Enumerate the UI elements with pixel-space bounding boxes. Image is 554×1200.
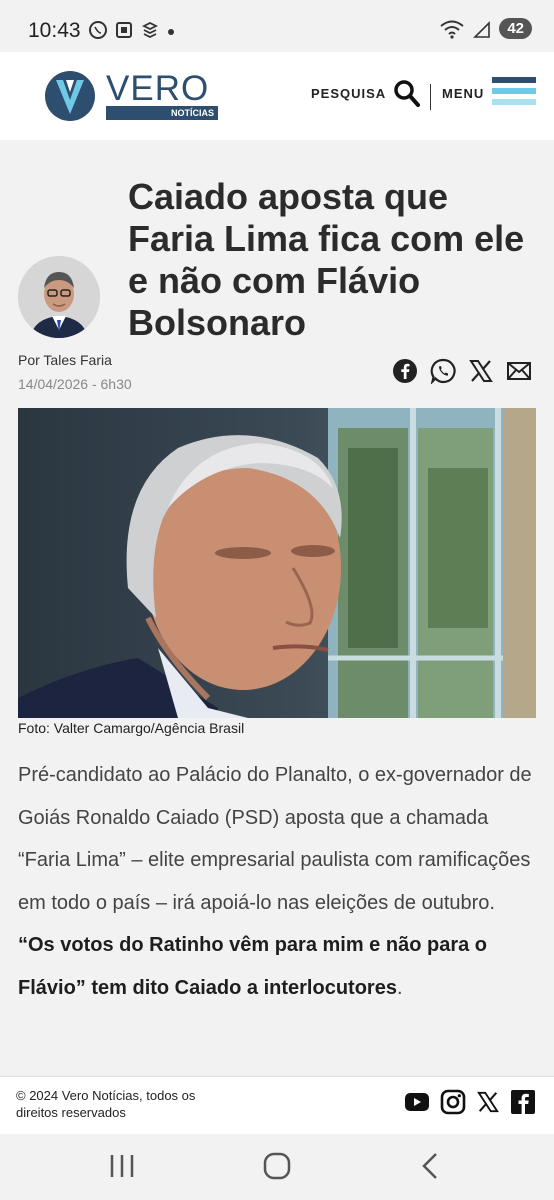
author-byline[interactable]: Por Tales Faria (18, 352, 112, 368)
author-portrait-icon (18, 256, 100, 338)
vero-logo-icon (45, 71, 95, 121)
menu-bar (492, 99, 536, 105)
email-icon[interactable] (506, 358, 532, 384)
back-icon[interactable] (416, 1150, 448, 1182)
youtube-icon[interactable] (404, 1091, 430, 1113)
site-header: VERO NOTÍCIAS PESQUISA MENU (0, 52, 554, 140)
menu-button[interactable]: MENU (442, 86, 484, 101)
facebook-icon[interactable] (510, 1089, 536, 1115)
photo-caption: Foto: Valter Camargo/Agência Brasil (18, 720, 245, 736)
article-body: Pré-candidato ao Palácio do Planalto, o … (18, 754, 536, 1009)
menu-bar (492, 88, 536, 94)
menu-bar (492, 77, 536, 83)
social-links (404, 1089, 536, 1115)
wifi-icon (440, 20, 464, 39)
article: Caiado aposta que Faria Lima fica com el… (0, 140, 554, 1076)
battery-indicator: 42 (499, 18, 532, 39)
article-photo-image (18, 408, 536, 718)
x-icon[interactable] (476, 1090, 500, 1114)
x-icon[interactable] (468, 358, 494, 384)
body-text-quote: “Os votos do Ratinho vêm para mim e não … (18, 934, 487, 999)
facebook-icon[interactable] (392, 358, 418, 384)
article-photo[interactable] (18, 408, 536, 718)
system-icons: 42 (439, 18, 532, 39)
site-footer: © 2024 Vero Notícias, todos os direitos … (0, 1076, 554, 1134)
dot-icon (168, 29, 174, 35)
status-bar: 10:43 42 (0, 0, 554, 52)
body-text-regular: Pré-candidato ao Palácio do Planalto, o … (18, 764, 532, 914)
search-icon[interactable] (394, 80, 420, 108)
logo-wordmark: VERO (106, 69, 210, 108)
share-buttons (392, 358, 532, 384)
app-notification-icon (141, 21, 159, 39)
hamburger-menu-icon[interactable] (492, 77, 536, 110)
home-icon[interactable] (261, 1150, 293, 1182)
search-button[interactable]: PESQUISA (311, 86, 386, 101)
logo-subtitle: NOTÍCIAS (106, 106, 218, 120)
whatsapp-icon[interactable] (430, 358, 456, 384)
android-nav-bar (0, 1134, 554, 1200)
notification-icons (88, 20, 176, 40)
article-headline: Caiado aposta que Faria Lima fica com el… (128, 176, 525, 343)
header-divider (430, 84, 431, 110)
status-time: 10:43 (28, 19, 81, 42)
screenshot-notification-icon (116, 22, 132, 38)
publish-date: 14/04/2026 - 6h30 (18, 376, 132, 392)
instagram-icon[interactable] (440, 1089, 466, 1115)
site-logo[interactable]: VERO NOTÍCIAS (44, 70, 218, 122)
copyright-text: © 2024 Vero Notícias, todos os direitos … (16, 1088, 196, 1120)
whatsapp-notification-icon (89, 21, 107, 39)
signal-icon (473, 20, 491, 38)
recent-apps-icon[interactable] (106, 1150, 138, 1182)
body-text-end: . (396, 976, 403, 999)
author-avatar[interactable] (18, 256, 100, 338)
